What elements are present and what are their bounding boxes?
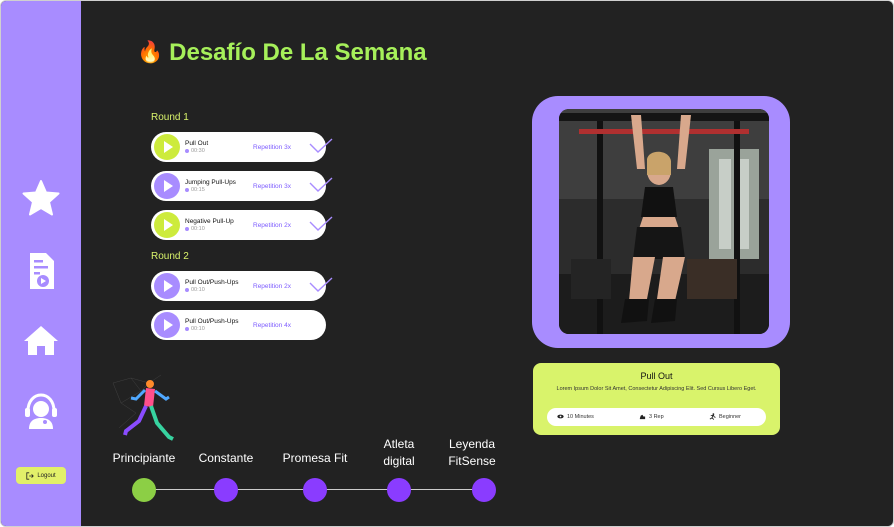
clock-icon: [185, 227, 189, 231]
exercise-time: 00:15: [191, 187, 205, 193]
logout-button[interactable]: Logout: [16, 467, 66, 484]
play-icon: [164, 141, 173, 153]
exercise-repetitions: Repetition 4x: [253, 321, 291, 329]
running-icon: [709, 413, 716, 420]
sidebar: Logout: [1, 1, 81, 526]
level-node-atleta-digital[interactable]: [387, 478, 411, 502]
detail-title: Pull Out: [640, 371, 673, 381]
exercise-time: 00:10: [191, 287, 205, 293]
detail-description: Lorem Ipsum Dolor Sit Amet, Consectetur …: [556, 386, 757, 392]
support-agent-icon[interactable]: [21, 391, 61, 431]
level-stat: Beginner: [709, 413, 741, 420]
exercise-repetitions: Repetition 3x: [253, 182, 291, 190]
exercise-item[interactable]: Pull Out 00:30 Repetition 3x: [151, 132, 333, 162]
duration-stat: 10 Minutes: [557, 413, 594, 420]
exercise-time: 00:10: [191, 226, 205, 232]
exercise-repetitions: Repetition 3x: [253, 143, 291, 151]
exercise-item[interactable]: Negative Pull-Up 00:10 Repetition 2x: [151, 210, 333, 240]
exercise-item[interactable]: Pull Out/Push-Ups 00:10 Repetition 4x: [151, 310, 326, 340]
clock-icon: [185, 149, 189, 153]
detail-stats-bar: 10 Minutes 3 Rep Beginner: [547, 408, 766, 426]
star-icon[interactable]: [21, 178, 61, 218]
level-node-constante[interactable]: [214, 478, 238, 502]
level-value: Beginner: [719, 413, 742, 420]
eye-icon: [557, 414, 564, 419]
play-button[interactable]: [154, 173, 180, 199]
exercise-photo: [559, 109, 769, 334]
play-button[interactable]: [154, 273, 180, 299]
checkmark-icon[interactable]: [308, 137, 334, 155]
reps-value: 3 Rep: [649, 413, 664, 420]
exercise-name: Pull Out: [185, 140, 209, 147]
checkmark-icon[interactable]: [308, 215, 334, 233]
runner-illustration: [112, 374, 174, 441]
exercise-name: Jumping Pull-Ups: [185, 179, 236, 186]
play-icon: [164, 219, 173, 231]
exercise-repetitions: Repetition 2x: [253, 221, 291, 229]
level-node-promesa-fit[interactable]: [303, 478, 327, 502]
video-document-icon[interactable]: [21, 251, 61, 291]
play-icon: [164, 180, 173, 192]
level-label: Constante: [198, 451, 254, 465]
home-icon[interactable]: [21, 321, 61, 361]
exercise-name: Negative Pull-Up: [185, 218, 234, 225]
app-frame: Logout 🔥 Desafío De La Semana Round 1 Pu…: [0, 0, 894, 527]
level-label: Leyenda FitSense: [448, 437, 496, 469]
clock-icon: [185, 188, 189, 192]
level-label: Atleta digital: [383, 437, 415, 469]
exercise-time: 00:10: [191, 326, 205, 332]
exercise-detail-card: Pull Out Lorem Ipsum Dolor Sit Amet, Con…: [533, 363, 780, 435]
level-label: Promesa Fit: [282, 451, 348, 465]
exercise-time: 00:30: [191, 148, 205, 154]
exercise-repetitions: Repetition 2x: [253, 282, 291, 290]
page-title-text: Desafío De La Semana: [169, 39, 427, 66]
checkmark-icon[interactable]: [308, 176, 334, 194]
exercise-name: Pull Out/Push-Ups: [185, 279, 239, 286]
page-title: 🔥 Desafío De La Semana: [137, 39, 427, 67]
clock-icon: [185, 288, 189, 292]
round-label: Round 2: [151, 251, 189, 262]
play-button[interactable]: [154, 312, 180, 338]
play-button[interactable]: [154, 212, 180, 238]
clock-icon: [185, 327, 189, 331]
athlete-pull-up-illustration: [559, 109, 769, 334]
level-label: Principiante: [112, 451, 176, 465]
duration-value: 10 Minutes: [567, 413, 594, 420]
round-label: Round 1: [151, 112, 189, 123]
logout-icon: [26, 471, 35, 480]
play-icon: [164, 280, 173, 292]
exercise-item[interactable]: Jumping Pull-Ups 00:15 Repetition 3x: [151, 171, 333, 201]
level-node-principiante[interactable]: [132, 478, 156, 502]
play-button[interactable]: [154, 134, 180, 160]
exercise-item[interactable]: Pull Out/Push-Ups 00:10 Repetition 2x: [151, 271, 333, 301]
fire-icon: 🔥: [137, 41, 164, 64]
muscle-icon: [639, 414, 646, 420]
logout-label: Logout: [37, 472, 56, 479]
reps-stat: 3 Rep: [639, 413, 664, 420]
play-icon: [164, 319, 173, 331]
checkmark-icon[interactable]: [308, 276, 334, 294]
level-node-leyenda-fitsense[interactable]: [472, 478, 496, 502]
exercise-name: Pull Out/Push-Ups: [185, 318, 239, 325]
